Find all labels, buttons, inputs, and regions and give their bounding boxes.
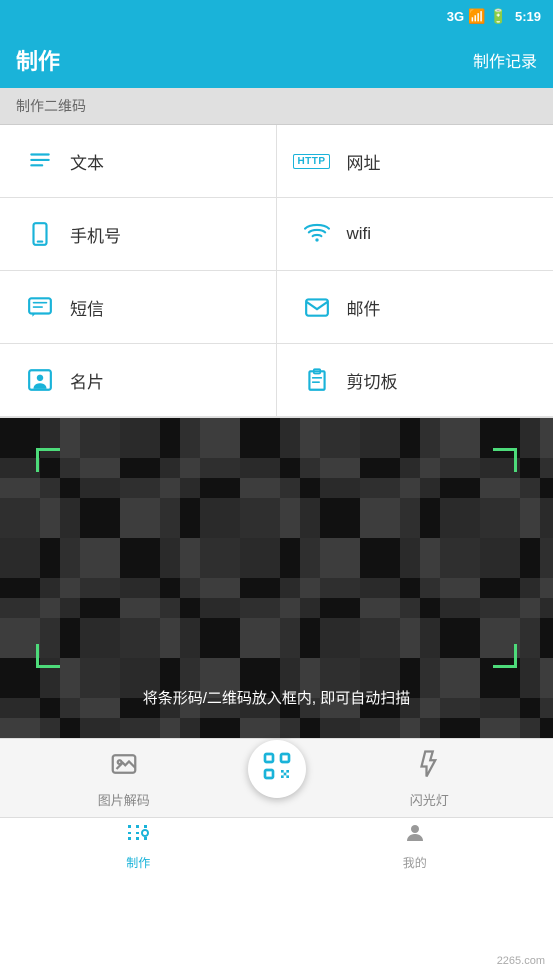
photo-decode-icon xyxy=(109,749,139,786)
nav-item-make[interactable]: 制作 xyxy=(0,818,277,873)
email-icon xyxy=(301,291,333,323)
make-icon xyxy=(126,821,150,851)
my-icon xyxy=(403,821,427,851)
scanner-area: 将条形码/二维码放入框内, 即可自动扫描 xyxy=(0,418,553,738)
scan-fab-button[interactable] xyxy=(248,740,306,798)
watermark: 2265.com xyxy=(497,955,545,967)
nav-make-label: 制作 xyxy=(126,854,150,871)
menu-item-sms[interactable]: 短信 xyxy=(0,271,277,344)
menu-item-email[interactable]: 邮件 xyxy=(277,271,553,344)
menu-item-email-label: 邮件 xyxy=(347,295,381,320)
clipboard-icon xyxy=(301,364,333,396)
scanner-hint: 将条形码/二维码放入框内, 即可自动扫描 xyxy=(0,687,553,708)
menu-grid: 文本 HTTP 网址 手机号 wifi xyxy=(0,125,553,418)
bottom-toolbar: 图片解码 闪光灯 xyxy=(0,738,553,817)
photo-decode-button[interactable]: 图片解码 xyxy=(0,749,248,809)
menu-item-text-label: 文本 xyxy=(70,149,104,174)
http-badge: HTTP xyxy=(293,154,329,169)
scan-fab-icon xyxy=(261,750,293,789)
menu-item-contact-label: 名片 xyxy=(70,368,104,393)
header-action-button[interactable]: 制作记录 xyxy=(473,48,537,72)
menu-item-contact[interactable]: 名片 xyxy=(0,344,277,417)
menu-item-phone[interactable]: 手机号 xyxy=(0,198,277,271)
page-title: 制作 xyxy=(16,44,60,76)
menu-item-url[interactable]: HTTP 网址 xyxy=(277,125,553,198)
flashlight-button[interactable]: 闪光灯 xyxy=(306,749,553,809)
menu-item-clipboard-label: 剪切板 xyxy=(347,368,398,393)
status-icons: 3G 📶 🔋 5:19 xyxy=(447,8,541,25)
corner-bottom-right xyxy=(493,644,517,668)
signal-text: 3G xyxy=(447,9,464,24)
corner-top-right xyxy=(493,448,517,472)
time-display: 5:19 xyxy=(515,9,541,24)
menu-item-text[interactable]: 文本 xyxy=(0,125,277,198)
menu-item-url-label: 网址 xyxy=(347,149,381,174)
contact-icon xyxy=(24,364,56,396)
signal-icon: 📶 xyxy=(468,8,485,25)
menu-item-phone-label: 手机号 xyxy=(70,222,121,247)
http-icon: HTTP xyxy=(301,145,333,177)
photo-decode-label: 图片解码 xyxy=(98,790,150,809)
bottom-nav: 制作 我的 xyxy=(0,817,553,873)
battery-icon: 🔋 xyxy=(490,8,507,25)
corner-bottom-left xyxy=(36,644,60,668)
status-bar: 3G 📶 🔋 5:19 xyxy=(0,0,553,32)
section-label: 制作二维码 xyxy=(0,88,553,125)
flashlight-icon xyxy=(414,749,444,786)
phone-icon xyxy=(24,218,56,250)
header: 制作 制作记录 xyxy=(0,32,553,88)
menu-item-clipboard[interactable]: 剪切板 xyxy=(277,344,553,417)
flashlight-label: 闪光灯 xyxy=(410,790,449,809)
nav-my-label: 我的 xyxy=(403,854,427,871)
menu-item-wifi-label: wifi xyxy=(347,224,372,244)
menu-item-sms-label: 短信 xyxy=(70,295,104,320)
nav-item-my[interactable]: 我的 xyxy=(277,818,553,873)
scanner-frame xyxy=(36,448,517,668)
corner-top-left xyxy=(36,448,60,472)
text-icon xyxy=(24,145,56,177)
menu-item-wifi[interactable]: wifi xyxy=(277,198,553,271)
sms-icon xyxy=(24,291,56,323)
wifi-icon xyxy=(301,218,333,250)
